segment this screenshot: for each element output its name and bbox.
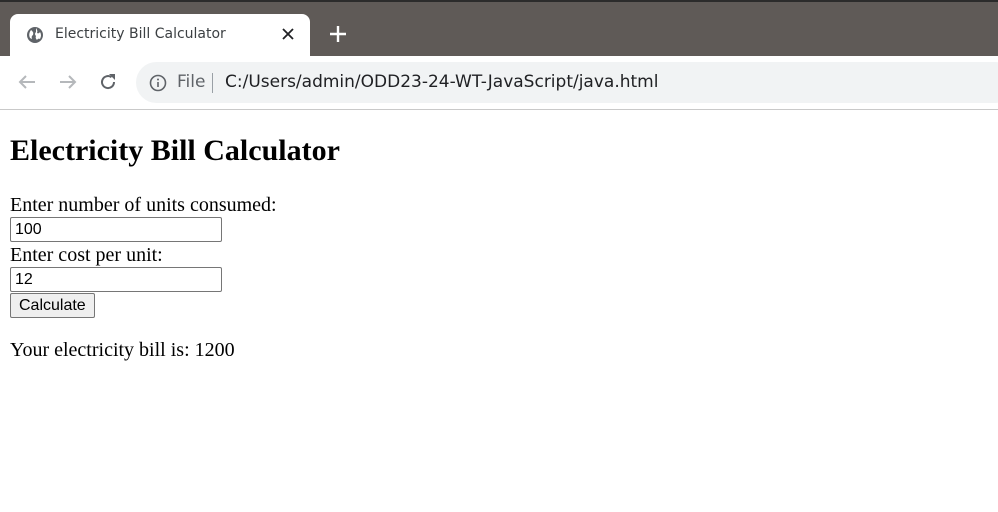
back-arrow-icon[interactable] bbox=[15, 70, 39, 94]
cost-label: Enter cost per unit: bbox=[10, 244, 163, 266]
result-text: Your electricity bill is: 1200 bbox=[10, 339, 235, 361]
address-bar[interactable]: File C:/Users/admin/ODD23-24-WT-JavaScri… bbox=[136, 62, 998, 103]
tab-strip: Electricity Bill Calculator bbox=[0, 0, 998, 56]
scheme-label: File bbox=[177, 72, 206, 92]
browser-toolbar: File C:/Users/admin/ODD23-24-WT-JavaScri… bbox=[0, 56, 998, 110]
page-title: Electricity Bill Calculator bbox=[10, 134, 340, 167]
units-label: Enter number of units consumed: bbox=[10, 194, 277, 216]
reload-icon[interactable] bbox=[96, 70, 120, 94]
forward-arrow-icon[interactable] bbox=[56, 70, 80, 94]
close-icon[interactable] bbox=[278, 24, 298, 44]
browser-tab[interactable]: Electricity Bill Calculator bbox=[10, 14, 310, 56]
plus-icon[interactable] bbox=[326, 22, 350, 46]
calculate-button[interactable]: Calculate bbox=[10, 293, 95, 318]
cost-input[interactable]: 12 bbox=[10, 267, 222, 292]
window-top-border bbox=[0, 0, 998, 2]
units-input[interactable]: 100 bbox=[10, 217, 222, 242]
tab-title: Electricity Bill Calculator bbox=[55, 26, 226, 42]
info-icon[interactable] bbox=[149, 74, 167, 92]
globe-icon bbox=[27, 27, 43, 43]
url-text[interactable]: C:/Users/admin/ODD23-24-WT-JavaScript/ja… bbox=[225, 72, 658, 92]
omnibox-divider bbox=[212, 73, 213, 93]
